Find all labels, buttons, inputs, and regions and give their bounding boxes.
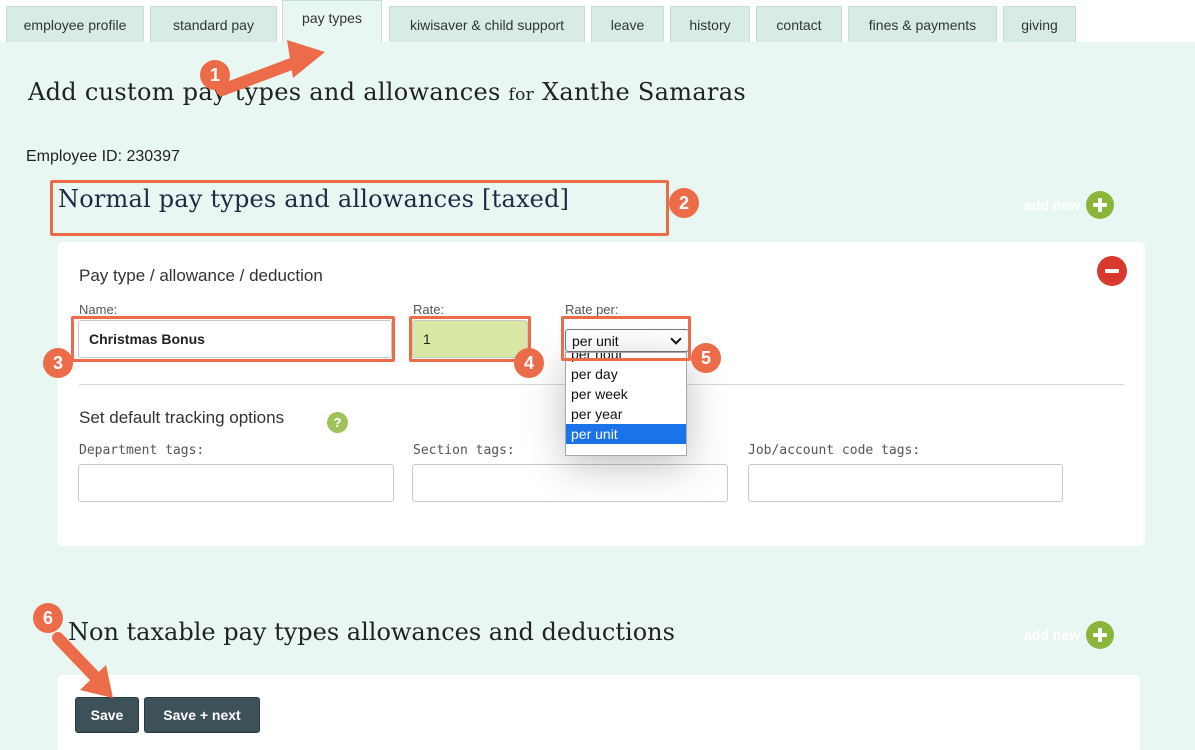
department-tags-field[interactable] [78,464,394,502]
plus-circle-icon [1086,191,1115,219]
job-account-tags-field[interactable] [748,464,1063,502]
save-button[interactable]: Save [75,697,139,733]
annotation-badge-5: 5 [691,343,721,373]
annotation-highlight-rate-field [409,316,531,362]
annotation-badge-1: 1 [200,60,230,90]
tab-kiwisaver-child-support[interactable]: kiwisaver & child support [389,6,585,42]
rate-per-dropdown-list: per hour per day per week per year per u… [565,352,687,456]
job-account-tags-label: Job/account code tags: [748,443,921,458]
annotation-badge-4: 4 [514,348,544,378]
annotation-badge-6: 6 [33,603,63,633]
page-title-text: Add custom pay types and allowances [28,78,501,106]
section-tags-label: Section tags: [413,443,515,458]
tab-employee-profile[interactable]: employee profile [6,6,144,42]
add-new-label: add new [1024,197,1081,213]
tab-standard-pay[interactable]: standard pay [150,6,277,42]
tab-contact[interactable]: contact [756,6,842,42]
annotation-highlight-section-title [50,180,669,236]
employee-name: Xanthe Samaras [542,78,746,106]
tab-history[interactable]: history [670,6,750,42]
annotation-badge-2: 2 [669,188,699,218]
department-tags-label: Department tags: [79,443,205,458]
tab-pay-types[interactable]: pay types [282,0,382,42]
annotation-badge-3: 3 [43,348,73,378]
add-new-taxed-button[interactable]: add new [1024,191,1115,219]
option-per-year[interactable]: per year [566,404,686,424]
tab-leave[interactable]: leave [591,6,664,42]
minus-circle-icon[interactable] [1097,256,1127,286]
page-title-for: for [508,85,535,105]
name-label: Name: [79,302,118,317]
add-new-label: add new [1024,627,1081,643]
question-circle-icon[interactable]: ? [327,412,348,433]
nontax-section-title: Non taxable pay types allowances and ded… [68,618,675,646]
option-per-unit[interactable]: per unit [566,424,686,444]
option-per-day[interactable]: per day [566,364,686,384]
annotation-highlight-name-field [71,316,395,362]
card-heading: Pay type / allowance / deduction [79,266,323,285]
option-per-week[interactable]: per week [566,384,686,404]
page-title: Add custom pay types and allowances for … [28,78,746,106]
save-next-button[interactable]: Save + next [144,697,260,733]
tab-fines-payments[interactable]: fines & payments [848,6,997,42]
rate-label: Rate: [413,302,445,317]
section-tags-field[interactable] [412,464,728,502]
tab-giving[interactable]: giving [1003,6,1076,42]
annotation-highlight-rate-per [561,316,691,361]
employee-id: Employee ID: 230397 [26,148,180,165]
tracking-title: Set default tracking options [79,408,285,427]
tab-bar: employee profile standard pay pay types … [0,0,1195,42]
plus-circle-icon [1086,621,1115,649]
add-new-nontax-button[interactable]: add new [1024,621,1115,649]
rate-per-label: Rate per: [565,302,619,317]
